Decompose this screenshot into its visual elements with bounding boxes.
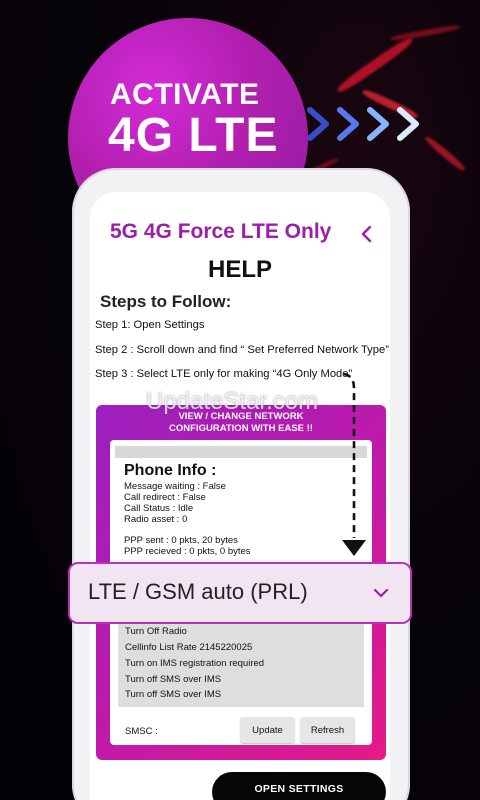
back-button[interactable] (356, 222, 378, 246)
step-3: Step 3 : Select LTE only for making “4G … (95, 368, 353, 380)
background-streak (390, 23, 460, 43)
info-line: Call redirect : False (124, 492, 206, 503)
promo-headline-line1: ACTIVATE (110, 78, 260, 111)
background-streak (335, 35, 415, 95)
menu-item-cellinfo-rate[interactable]: Cellinfo List Rate 2145220025 (125, 642, 252, 653)
steps-heading: Steps to Follow: (100, 292, 232, 311)
help-title: HELP (207, 256, 272, 283)
app-title: 5G 4G Force LTE Only (110, 220, 332, 243)
smsc-label: SMSC : (125, 726, 158, 737)
chevron-down-icon (373, 588, 389, 598)
watermark: UpdateStar.com (146, 388, 319, 415)
refresh-button[interactable]: Refresh (300, 717, 355, 743)
info-line: PPP sent : 0 pkts, 20 bytes (124, 535, 238, 546)
dashed-arrow-icon (342, 372, 366, 556)
menu-item-sms-over-ims[interactable]: Turn off SMS over IMS (125, 674, 221, 685)
menu-item-ims-registration[interactable]: Turn on IMS registration required (125, 658, 264, 669)
open-settings-button[interactable]: OPEN SETTINGS (212, 772, 386, 800)
step-1: Step 1: Open Settings (95, 319, 205, 331)
chevron-left-icon (361, 225, 372, 243)
menu-item-turn-off-radio[interactable]: Turn Off Radio (125, 626, 187, 637)
info-line: Call Status : Idle (124, 503, 194, 514)
info-line: Radio asset : 0 (124, 514, 188, 525)
speed-chevrons-icon (307, 107, 419, 141)
step-2: Step 2 : Scroll down and find “ Set Pref… (95, 344, 389, 356)
phone-info-title: Phone Info : (124, 462, 217, 479)
promo-headline-line2: 4G LTE (108, 109, 279, 162)
network-type-selected: LTE / GSM auto (PRL) (88, 579, 308, 604)
update-button[interactable]: Update (240, 717, 295, 743)
info-line: Message waiting : False (124, 481, 226, 492)
info-line: PPP recieved : 0 pkts, 0 bytes (124, 546, 251, 557)
menu-item-sms-over-ims-2[interactable]: Turn off SMS over IMS (125, 689, 221, 700)
